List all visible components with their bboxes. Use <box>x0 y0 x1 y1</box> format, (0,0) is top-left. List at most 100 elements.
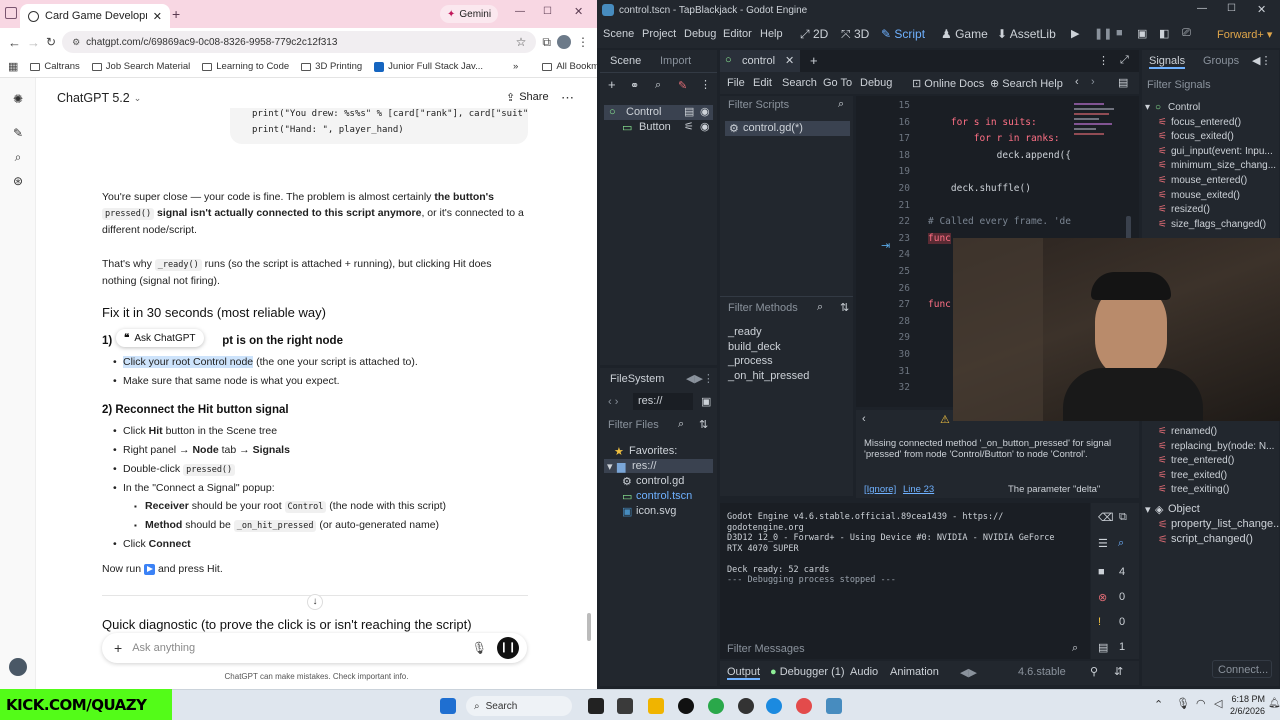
script-menu-edit[interactable]: Edit <box>753 77 772 89</box>
add-node-icon[interactable]: + <box>608 77 616 92</box>
signal-item[interactable]: ⚟ mouse_entered() <box>1142 175 1279 190</box>
nav-back-icon[interactable]: ‹ <box>1075 76 1079 88</box>
signal-item[interactable]: ⚟ replacing_by(node: N... <box>1142 441 1279 456</box>
version-nav-icon[interactable]: ◀▶ <box>960 666 977 679</box>
bookmark-caltrans[interactable]: Caltrans <box>30 61 80 72</box>
menu-help[interactable]: Help <box>760 28 783 40</box>
run-current-icon[interactable]: ◧ <box>1159 27 1169 40</box>
visibility-eye-icon[interactable]: ◉ <box>700 105 710 118</box>
reload-icon[interactable]: ↻ <box>46 35 56 49</box>
close-window-icon[interactable]: ✕ <box>1257 3 1266 16</box>
script-menu-file[interactable]: File <box>727 77 745 89</box>
signal-section-control[interactable]: ▾ ○ Control <box>1142 102 1279 117</box>
terminal-icon[interactable] <box>617 698 633 714</box>
expand-panel-icon[interactable]: ⇵ <box>1114 665 1123 678</box>
start-icon[interactable] <box>440 698 456 714</box>
signal-item[interactable]: ⚟ tree_exited() <box>1142 470 1279 485</box>
menu-debug[interactable]: Debug <box>684 28 716 40</box>
filter-messages-input[interactable]: Filter Messages <box>727 643 805 655</box>
stop-icon[interactable]: ■ <box>1116 27 1123 39</box>
tab-signals[interactable]: Signals <box>1149 55 1186 69</box>
library-icon[interactable]: ⊛ <box>11 174 25 188</box>
filter-methods-input[interactable]: Filter Methods <box>728 302 798 314</box>
bookmark-star-icon[interactable]: ☆ <box>516 35 527 49</box>
split-view-icon[interactable]: ▣ <box>701 395 711 408</box>
distraction-free-icon[interactable]: ⤢ <box>1120 54 1129 67</box>
chrome-menu-icon[interactable]: ⋮ <box>577 35 589 49</box>
tab-card-game[interactable]: Card Game Development Guide ✕ <box>20 4 170 28</box>
run-project-icon[interactable]: ▶ <box>1071 27 1079 40</box>
script-item[interactable]: ⚙ control.gd(*) <box>725 121 850 136</box>
tab-import[interactable]: Import <box>660 55 691 67</box>
warning-icon[interactable]: ⚠ <box>940 413 950 426</box>
mode-script[interactable]: ✎ Script <box>881 27 925 41</box>
chrome-icon[interactable] <box>708 698 724 714</box>
sort-icon[interactable]: ⇅ <box>699 418 708 431</box>
line-link[interactable]: Line 23 <box>903 484 934 495</box>
warning-filter-icon[interactable]: ! <box>1098 616 1101 628</box>
log-filter-icon[interactable]: ■ <box>1098 566 1105 578</box>
ask-chatgpt-popup[interactable]: ❝ Ask ChatGPT <box>116 329 204 347</box>
collapse-icon[interactable]: ‹ <box>862 413 866 425</box>
script-attach-icon[interactable]: ✎ <box>678 79 687 92</box>
edge-icon[interactable] <box>766 698 782 714</box>
tab-output[interactable]: Output <box>727 666 761 680</box>
script-icon[interactable]: ▤ <box>684 105 694 118</box>
scroll-down-icon[interactable]: ↓ <box>307 594 323 610</box>
openai-logo-icon[interactable]: ✺ <box>11 92 25 106</box>
signal-connection-icon[interactable]: ⇥ <box>881 239 890 252</box>
file-item[interactable]: ▣ icon.svg <box>604 504 713 518</box>
bookmark-learning[interactable]: Learning to Code <box>202 61 289 72</box>
search-icon[interactable]: ⌕ <box>1072 642 1078 655</box>
bookmark-junior-full-stack[interactable]: Junior Full Stack Jav... <box>374 61 483 72</box>
add-scene-icon[interactable]: + <box>810 53 818 68</box>
close-tab-icon[interactable]: ✕ <box>785 54 794 67</box>
notification-bell-icon[interactable]: 🔔︎ <box>1268 698 1280 709</box>
wifi-icon[interactable]: ◠ <box>1196 697 1206 710</box>
minimap[interactable] <box>1074 100 1124 180</box>
signal-item[interactable]: ⚟ resized() <box>1142 204 1279 219</box>
tab-groups[interactable]: Groups <box>1203 55 1239 67</box>
tab-animation[interactable]: Animation <box>890 666 939 678</box>
mode-game[interactable]: ♟ Game <box>941 27 988 41</box>
signal-icon[interactable]: ⚟ <box>684 120 694 133</box>
search-help-button[interactable]: ⊕ Search Help <box>990 77 1063 90</box>
search-toggle-icon[interactable]: ⌕ <box>1118 537 1124 550</box>
gemini-button[interactable]: ✦ Gemini <box>440 5 499 23</box>
maximize-icon[interactable]: ☐ <box>1227 3 1236 14</box>
forward-icon[interactable]: → <box>27 35 40 50</box>
link-icon[interactable]: ⚭ <box>630 79 639 92</box>
dock-nav-icon[interactable]: ◀⋮ <box>1252 54 1271 67</box>
collapse-duplicates-icon[interactable]: ☰ <box>1098 537 1108 550</box>
more-options-icon[interactable]: ⋯ <box>561 90 574 106</box>
search-icon[interactable]: ⌕ <box>11 150 25 164</box>
signal-item[interactable]: ⚟ script_changed() <box>1142 532 1279 546</box>
maximize-icon[interactable]: ☐ <box>543 6 552 17</box>
signal-item[interactable]: ⚟ minimum_size_chang... <box>1142 160 1279 175</box>
chrome-profile-icon[interactable] <box>796 698 812 714</box>
pause-icon[interactable]: ❚❚ <box>1094 27 1112 40</box>
nav-forward-icon[interactable]: › <box>1091 76 1095 88</box>
filter-scripts-input[interactable]: Filter Scripts <box>728 99 789 111</box>
godot-taskbar-icon[interactable] <box>826 698 842 714</box>
online-docs-button[interactable]: ⊡ Online Docs <box>912 77 984 90</box>
more-bookmarks-icon[interactable]: » <box>513 61 518 72</box>
path-field[interactable]: res:// <box>633 393 693 410</box>
bookmark-3d-printing[interactable]: 3D Printing <box>301 61 362 72</box>
tree-item-control[interactable]: ○ Control ▤ ◉ <box>604 105 713 120</box>
script-menu-debug[interactable]: Debug <box>860 77 892 89</box>
bookmark-job-search[interactable]: Job Search Material <box>91 61 190 72</box>
clear-output-icon[interactable]: ⌫ <box>1098 511 1114 524</box>
signal-item[interactable]: ⚟ focus_entered() <box>1142 117 1279 132</box>
tab-audio[interactable]: Audio <box>850 666 878 678</box>
mic-icon[interactable]: 🎙︎ <box>1176 697 1190 710</box>
profile-avatar[interactable] <box>557 35 571 49</box>
signal-item[interactable]: ⚟ gui_input(event: Inpu... <box>1142 146 1279 161</box>
model-selector[interactable]: ChatGPT 5.2 ⌄ <box>57 91 141 105</box>
object-section[interactable]: ▾ ◈ Object <box>1142 502 1279 516</box>
user-avatar[interactable] <box>9 658 27 676</box>
extensions-icon[interactable]: ⧉ <box>542 35 551 50</box>
new-tab-icon[interactable]: + <box>172 6 180 22</box>
scene-tab-control[interactable]: ○ control ✕ <box>720 50 800 72</box>
minimize-icon[interactable]: — <box>1197 3 1207 14</box>
